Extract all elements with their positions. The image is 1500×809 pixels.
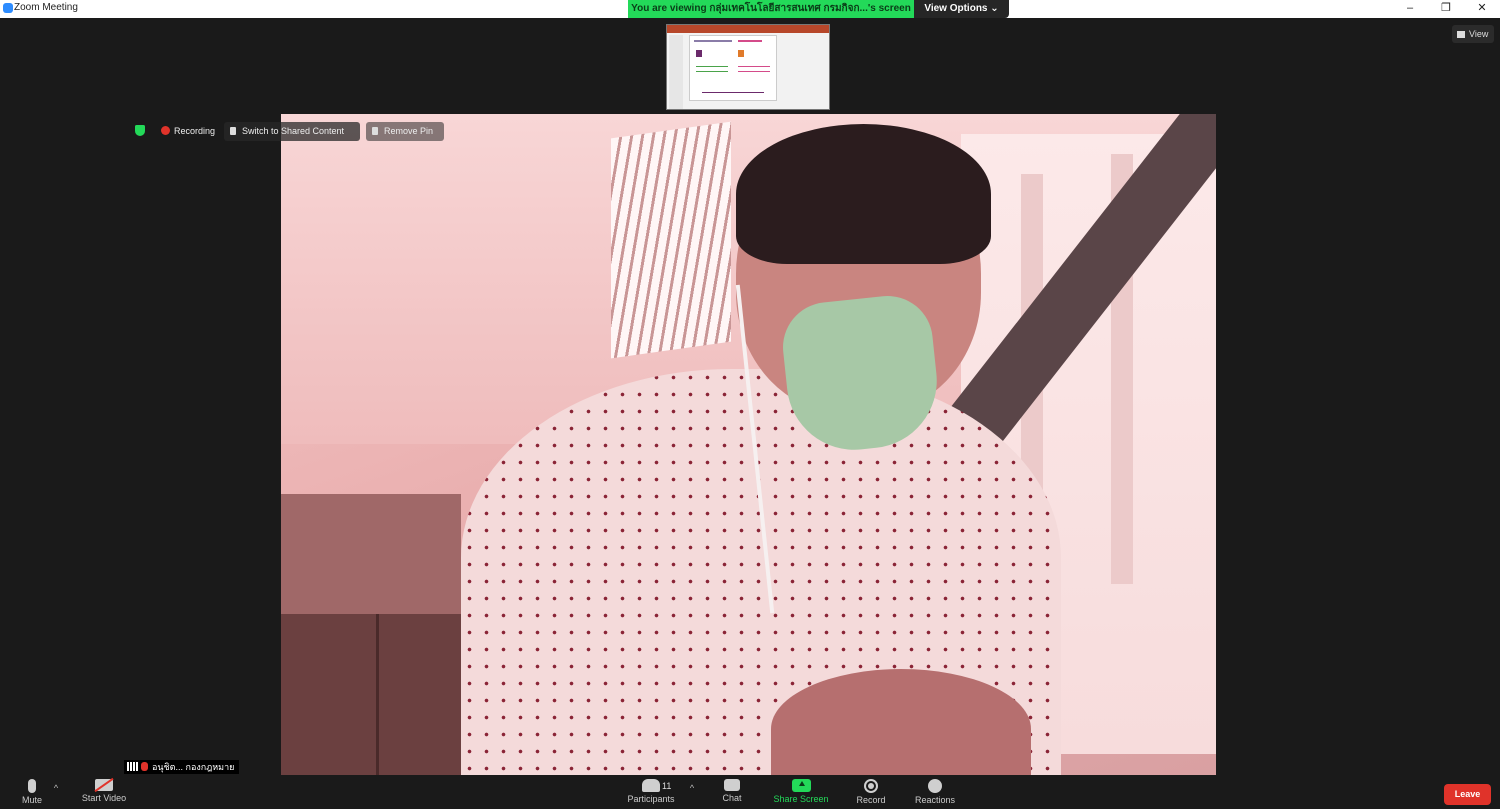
window-title: Zoom Meeting: [14, 2, 78, 13]
shield-icon: [135, 125, 145, 136]
chat-button[interactable]: Chat: [716, 779, 748, 809]
pinned-video[interactable]: [281, 114, 1216, 775]
share-screen-icon: [791, 779, 811, 792]
chat-icon: [724, 779, 740, 791]
signal-icon: [127, 762, 138, 771]
participants-count: 11: [662, 781, 672, 791]
switch-to-shared-content-button[interactable]: Switch to Shared Content: [224, 122, 360, 141]
participant-name: อนุชิต... กองกฎหมาย: [152, 762, 235, 772]
reactions-icon: [928, 779, 942, 793]
reactions-label: Reactions: [914, 795, 956, 805]
mic-muted-icon: [141, 762, 148, 771]
remove-pin-label: Remove Pin: [384, 126, 434, 136]
record-button[interactable]: Record: [852, 779, 890, 809]
participants-icon: [642, 779, 660, 792]
participant-name-tag: อนุชิต... กองกฎหมาย: [124, 760, 239, 774]
video-cabinet-door: [376, 614, 379, 775]
share-screen-button[interactable]: Share Screen: [770, 779, 832, 809]
participants-label: Participants: [627, 794, 675, 804]
video-ceiling-light: [611, 121, 731, 359]
mute-button[interactable]: Mute: [14, 779, 50, 809]
mute-label: Mute: [21, 795, 42, 805]
pin-icon: [372, 127, 378, 135]
participants-button[interactable]: 11 Participants: [622, 779, 680, 809]
mic-icon: [28, 779, 36, 793]
view-button-label: View: [1469, 29, 1489, 39]
record-dot-icon: [161, 126, 170, 135]
thumbnail-block: [696, 50, 702, 57]
switch-shared-label: Switch to Shared Content: [242, 126, 345, 136]
thumbnail-text-line: [696, 71, 728, 72]
thumbnail-slide-panel: [669, 35, 683, 109]
reactions-button[interactable]: Reactions: [910, 779, 960, 809]
camera-off-icon: [94, 777, 114, 793]
thumbnail-text-line: [694, 40, 732, 42]
remove-pin-button[interactable]: Remove Pin: [366, 122, 444, 141]
share-screen-label: Share Screen: [773, 794, 829, 804]
encryption-badge[interactable]: [131, 122, 149, 141]
meeting-toolbar: Mute ^ Start Video 11 Participants ^ Cha…: [0, 775, 1500, 809]
close-button[interactable]: ✕: [1464, 0, 1500, 18]
thumbnail-text-line: [696, 66, 728, 67]
maximize-button[interactable]: ❐: [1428, 0, 1464, 18]
pin-icon: [230, 127, 236, 135]
zoom-logo-icon: [3, 3, 13, 13]
view-options-button[interactable]: View Options ⌄: [914, 0, 1009, 18]
thumbnail-ribbon: [667, 25, 829, 33]
start-video-button[interactable]: Start Video: [78, 777, 130, 809]
thumbnail-slide: [689, 35, 777, 101]
video-person-hair: [736, 124, 991, 264]
recording-indicator[interactable]: Recording: [157, 122, 221, 141]
recording-label: Recording: [174, 126, 216, 136]
participants-options-caret[interactable]: ^: [687, 783, 697, 793]
video-cabinet: [281, 614, 481, 775]
audio-options-caret[interactable]: ^: [51, 783, 61, 793]
thumbnail-text-line: [738, 71, 770, 72]
minimize-button[interactable]: –: [1392, 0, 1428, 18]
thumbnail-text-line: [738, 66, 770, 67]
record-icon: [864, 779, 878, 793]
thumbnail-text-line: [702, 92, 764, 93]
screen-share-banner: You are viewing กลุ่มเทคโนโลยีสารสนเทศ ก…: [628, 0, 914, 18]
thumbnail-block: [738, 50, 744, 57]
grid-icon: [1457, 31, 1465, 38]
chat-label: Chat: [722, 793, 742, 803]
shared-screen-thumbnail[interactable]: [666, 24, 830, 110]
record-label: Record: [856, 795, 886, 805]
video-wall: [281, 494, 461, 624]
view-button[interactable]: View: [1452, 25, 1494, 43]
leave-button[interactable]: Leave: [1444, 784, 1491, 805]
start-video-label: Start Video: [81, 793, 127, 803]
thumbnail-text-line: [738, 40, 762, 42]
